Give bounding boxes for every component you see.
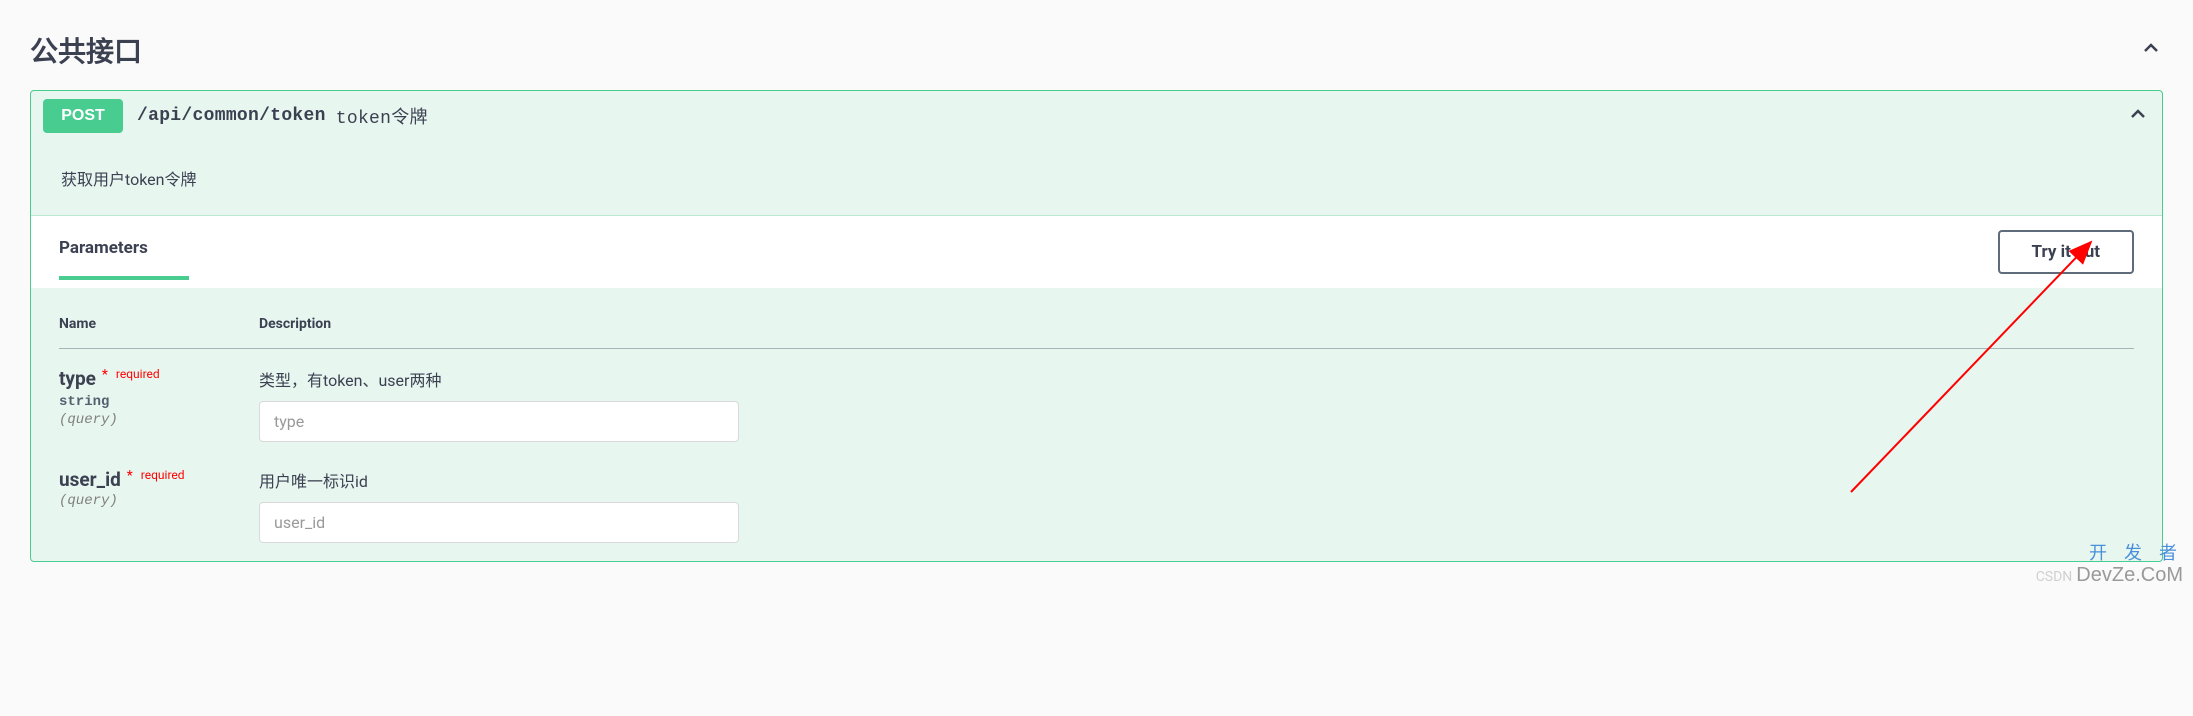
param-input-type[interactable]: [259, 401, 739, 442]
table-row: user_id * required (query) 用户唯一标识id: [59, 450, 2134, 551]
operation-description: 获取用户token令牌: [31, 141, 2162, 216]
operation-block-post: POST /api/common/token token令牌 获取用户token…: [30, 90, 2163, 562]
param-type: string: [59, 394, 259, 410]
parameters-title-wrap: Parameters: [59, 238, 148, 266]
param-description: 类型，有token、user两种: [259, 367, 2134, 391]
operation-collapse-icon[interactable]: [2126, 102, 2150, 131]
operation-path: /api/common/token token令牌: [137, 103, 428, 129]
parameters-title: Parameters: [59, 238, 148, 258]
operation-summary-text: token令牌: [336, 103, 428, 129]
try-it-out-button[interactable]: Try it out: [1998, 230, 2134, 274]
watermark-line2: DevZe.CoM: [2076, 564, 2183, 586]
param-input-user-id[interactable]: [259, 502, 739, 543]
watermark-csdn: CSDN: [2036, 569, 2073, 585]
table-row: type * required string (query) 类型，有token…: [59, 349, 2134, 451]
param-name: user_id: [59, 468, 121, 491]
operation-summary[interactable]: POST /api/common/token token令牌: [31, 91, 2162, 141]
http-method-badge: POST: [43, 99, 123, 133]
watermark-line1: 开 发 者: [2036, 544, 2183, 564]
operation-path-url: /api/common/token: [137, 106, 326, 126]
swagger-section: 公共接口 POST /api/common/token token令牌 获取用户…: [0, 0, 2193, 592]
section-title: 公共接口: [30, 30, 142, 70]
required-label: required: [116, 367, 160, 381]
param-name: type: [59, 367, 96, 390]
parameters-header-row: Parameters Try it out: [31, 216, 2162, 288]
col-header-name: Name: [59, 316, 259, 349]
param-description: 用户唯一标识id: [259, 468, 2134, 492]
parameters-underline: [59, 276, 189, 280]
parameters-table: Name Description type * required string: [59, 316, 2134, 551]
watermark: 开 发 者 CSDNDevZe.CoM: [2036, 544, 2183, 586]
required-star-icon: *: [127, 468, 133, 484]
param-in: (query): [59, 493, 259, 509]
param-in: (query): [59, 412, 259, 428]
section-header: 公共接口: [30, 20, 2163, 90]
section-collapse-icon[interactable]: [2139, 36, 2163, 65]
required-star-icon: *: [102, 367, 108, 383]
required-label: required: [141, 468, 185, 482]
col-header-description: Description: [259, 316, 2134, 349]
parameters-body: Name Description type * required string: [31, 288, 2162, 561]
